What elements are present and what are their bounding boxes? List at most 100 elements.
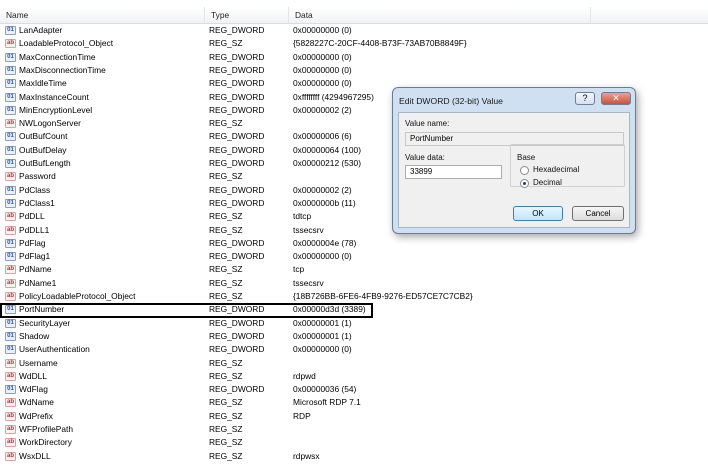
value-name-cell: WFProfilePath: [19, 424, 73, 434]
table-row[interactable]: ab WorkDirectory REG_SZ: [0, 436, 708, 449]
column-header-type[interactable]: Type: [205, 7, 289, 23]
column-header-name[interactable]: Name: [0, 7, 205, 23]
string-value-icon: ab: [5, 398, 16, 408]
dword-value-icon: 01: [5, 52, 16, 62]
table-row[interactable]: 01 LanAdapter REG_DWORD 0x00000000 (0): [0, 24, 708, 37]
dword-value-icon: 01: [5, 238, 16, 248]
value-type-cell: REG_SZ: [209, 264, 243, 275]
table-row[interactable]: 01 SecurityLayer REG_DWORD 0x00000001 (1): [0, 317, 708, 330]
decimal-radio[interactable]: [520, 179, 529, 188]
value-name-cell: WdName: [19, 397, 54, 408]
hexadecimal-label[interactable]: Hexadecimal: [533, 165, 579, 174]
table-row[interactable]: 01 MaxDisconnectionTime REG_DWORD 0x0000000…: [0, 64, 708, 77]
string-value-icon: ab: [5, 451, 16, 461]
table-row[interactable]: ab LoadableProtocol_Object REG_SZ {5828227C…: [0, 37, 708, 50]
table-row[interactable]: 01 WdFlag REG_DWORD 0x00000036 (54): [0, 383, 708, 396]
value-data-cell: 0x0000004e (78): [293, 237, 357, 248]
dword-value-icon: 01: [5, 252, 16, 262]
value-data-cell: RDP: [293, 410, 311, 421]
table-row[interactable]: ab PolicyLoadableProtocol_Object REG_SZ {18…: [0, 290, 708, 303]
registry-values-list: Name Type Data 01 LanAdapter REG_DWORD 0x00…: [0, 0, 708, 470]
value-type-cell: REG_SZ: [209, 397, 243, 408]
value-type-cell: REG_DWORD: [209, 237, 265, 248]
string-value-icon: ab: [5, 278, 16, 288]
column-header-data[interactable]: Data: [289, 7, 591, 23]
ok-button[interactable]: OK: [513, 206, 563, 221]
dword-value-icon: 01: [5, 345, 16, 355]
dword-value-icon: 01: [5, 305, 16, 315]
value-type-cell: REG_DWORD: [209, 158, 265, 168]
edit-dword-dialog: Edit DWORD (32-bit) Value ? ✕ Value name…: [392, 87, 636, 234]
value-name-cell: MaxIdleTime: [19, 78, 67, 89]
value-data-cell: 0x00000036 (54): [293, 384, 357, 395]
value-type-cell: REG_SZ: [209, 171, 243, 182]
table-row[interactable]: ab PdName REG_SZ tcp: [0, 263, 708, 276]
value-data-cell: 0x00000001 (1): [293, 317, 352, 328]
value-type-cell: REG_DWORD: [209, 344, 265, 355]
string-value-icon: ab: [5, 292, 16, 301]
decimal-label[interactable]: Decimal: [533, 178, 562, 187]
table-row[interactable]: ab WsxDLL REG_SZ rdpwsx: [0, 450, 708, 463]
value-data-cell: tcp: [293, 264, 305, 275]
value-data-cell: [293, 357, 593, 370]
value-type-cell: REG_SZ: [209, 211, 243, 222]
table-row[interactable]: ab WFProfilePath REG_SZ: [0, 423, 708, 436]
value-name-cell: MaxConnectionTime: [19, 51, 96, 62]
table-row[interactable]: ab WdDLL REG_SZ rdpwd: [0, 370, 708, 383]
value-data-cell: [293, 436, 593, 449]
dword-value-icon: 01: [5, 92, 16, 102]
value-name-cell: PdClass1: [19, 197, 55, 208]
value-name-cell: WsxDLL: [19, 450, 51, 461]
table-row[interactable]: ab PdName1 REG_SZ tssecsrv: [0, 277, 708, 290]
value-name-cell: Shadow: [19, 330, 50, 341]
value-type-cell: REG_DWORD: [209, 197, 265, 208]
value-type-cell: REG_DWORD: [209, 317, 265, 328]
value-name-cell: OutBufDelay: [19, 144, 67, 155]
value-type-cell: REG_DWORD: [209, 384, 265, 395]
table-row[interactable]: ab WdPrefix REG_SZ RDP: [0, 410, 708, 423]
value-type-cell: REG_SZ: [209, 291, 243, 301]
value-type-cell: REG_SZ: [209, 410, 243, 421]
value-data-input[interactable]: 33899: [405, 165, 502, 179]
value-type-cell: REG_SZ: [209, 357, 243, 368]
dword-value-icon: 01: [5, 79, 16, 89]
dword-value-icon: 01: [5, 132, 16, 142]
table-row[interactable]: 01 UserAuthentication REG_DWORD 0x00000000 …: [0, 343, 708, 356]
value-name-label: Value name:: [405, 119, 450, 128]
value-type-cell: REG_DWORD: [209, 78, 265, 89]
value-data-cell: rdpwd: [293, 370, 316, 381]
value-name-cell: SecurityLayer: [19, 317, 71, 328]
table-row[interactable]: 01 PdFlag REG_DWORD 0x0000004e (78): [0, 237, 708, 250]
value-name-cell: PdDLL: [19, 211, 45, 222]
close-button[interactable]: ✕: [601, 92, 631, 105]
table-row[interactable]: ab WdName REG_SZ Microsoft RDP 7.1: [0, 396, 708, 409]
dword-value-icon: 01: [5, 331, 16, 341]
value-name-cell: WorkDirectory: [19, 437, 72, 448]
value-type-cell: REG_SZ: [209, 38, 243, 49]
value-name-cell: NWLogonServer: [19, 118, 81, 129]
value-name-cell: WdDLL: [19, 370, 47, 381]
value-data-cell: tssecsrv: [293, 277, 324, 288]
dword-value-icon: 01: [5, 385, 16, 395]
value-data-cell: 0x00000000 (0): [293, 25, 352, 35]
help-button[interactable]: ?: [575, 92, 595, 105]
value-data-cell: rdpwsx: [293, 450, 320, 461]
dialog-body: Value name: PortNumber Value data: 33899…: [398, 112, 630, 228]
dword-value-icon: 01: [5, 159, 16, 168]
table-row[interactable]: 01 PortNumber REG_DWORD 0x00000d3d (3389): [0, 303, 708, 316]
dword-value-icon: 01: [5, 318, 16, 328]
table-row[interactable]: ab Username REG_SZ: [0, 357, 708, 370]
value-type-cell: REG_SZ: [209, 450, 243, 461]
string-value-icon: ab: [5, 411, 16, 421]
table-row[interactable]: 01 Shadow REG_DWORD 0x00000001 (1): [0, 330, 708, 343]
table-row[interactable]: 01 PdFlag1 REG_DWORD 0x00000000 (0): [0, 250, 708, 263]
value-type-cell: REG_SZ: [209, 437, 243, 448]
cancel-button[interactable]: Cancel: [572, 206, 624, 221]
table-row[interactable]: 01 MaxConnectionTime REG_DWORD 0x00000000 (…: [0, 51, 708, 64]
value-data-cell: 0x00000000 (0): [293, 344, 352, 355]
value-type-cell: REG_DWORD: [209, 51, 265, 62]
hexadecimal-radio[interactable]: [520, 166, 529, 175]
value-type-cell: REG_SZ: [209, 224, 243, 235]
value-name-cell: OutBufLength: [19, 158, 71, 168]
value-name-cell: OutBufCount: [19, 131, 68, 142]
